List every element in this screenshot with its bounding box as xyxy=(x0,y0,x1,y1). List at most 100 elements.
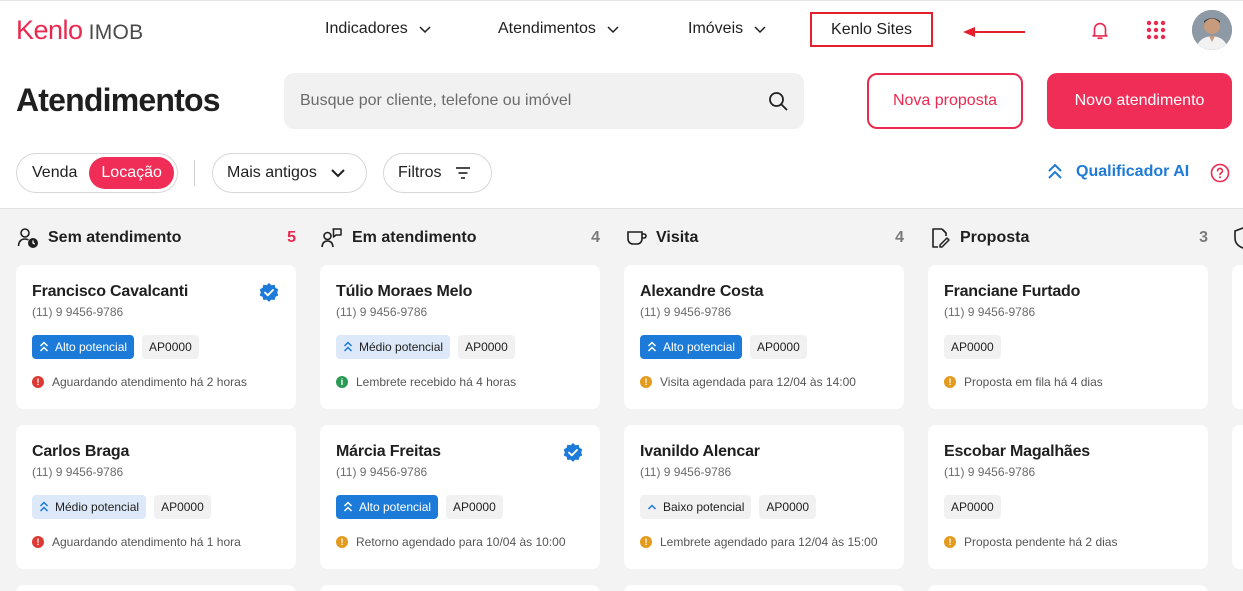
lead-name: Ivanildo Alencar xyxy=(640,443,760,460)
lead-card[interactable]: Túlio Moraes Melo (11) 9 9456-9786 Médio p… xyxy=(320,265,600,409)
status-text: Visita agendada para 12/04 às 14:00 xyxy=(660,375,856,389)
column-title: Sem atendimento xyxy=(48,229,182,246)
top-navigation-bar: Kenlo IMOB Indicadores Atendimentos Imóv… xyxy=(0,0,1243,60)
business-type-toggle: Venda Locação xyxy=(16,153,178,193)
lead-card[interactable]: Francisco Cavalcanti (11) 9 9456-9786 Alto… xyxy=(16,265,296,409)
chevron-down-icon xyxy=(754,26,766,34)
column-title: Proposta xyxy=(960,229,1030,246)
verified-badge-icon xyxy=(259,283,279,302)
sort-label: Mais antigos xyxy=(227,164,317,181)
lead-tags: Médio potencial AP0000 xyxy=(32,495,280,519)
lead-phone: (11) 9 9456-9786 xyxy=(32,305,124,319)
double-chevron-up-icon xyxy=(39,501,49,512)
notifications-bell-icon[interactable] xyxy=(1087,17,1113,43)
status-alert-icon: i xyxy=(336,376,348,388)
status-text: Lembrete agendado para 12/04 às 15:00 xyxy=(660,535,878,549)
lead-name: Escobar Magalhães xyxy=(944,443,1090,460)
property-code-tag: AP0000 xyxy=(750,335,807,359)
status-alert-icon: ! xyxy=(336,536,348,548)
logo-product-text: IMOB xyxy=(88,21,144,44)
kenlo-imob-logo[interactable]: Kenlo IMOB xyxy=(16,15,143,46)
potential-tag: Alto potencial xyxy=(336,495,439,519)
potential-label: Alto potencial xyxy=(55,340,128,354)
segment-locacao[interactable]: Locação xyxy=(89,157,174,189)
filters-label: Filtros xyxy=(398,164,442,181)
nav-kenlo-sites-label: Kenlo Sites xyxy=(831,20,912,38)
chat-person-icon xyxy=(320,226,344,250)
new-proposal-button[interactable]: Nova proposta xyxy=(867,73,1023,129)
lead-tags: AP0000 xyxy=(944,335,1192,359)
lead-phone: (11) 9 9456-9786 xyxy=(640,305,732,319)
property-code-tag: AP0000 xyxy=(458,335,515,359)
property-code-tag: AP0000 xyxy=(944,335,1001,359)
search-icon[interactable] xyxy=(768,91,788,111)
sort-dropdown[interactable]: Mais antigos xyxy=(212,153,367,193)
person-clock-icon xyxy=(16,226,40,250)
lead-tags: Alto potencial AP0000 xyxy=(336,495,584,519)
document-edit-icon xyxy=(928,226,952,250)
property-code-tag: AP0000 xyxy=(944,495,1001,519)
partial-card xyxy=(1232,265,1243,409)
column-header: Sem atendimento 5 xyxy=(16,227,296,249)
help-icon[interactable] xyxy=(1210,163,1230,183)
property-code-tag: AP0000 xyxy=(142,335,199,359)
lead-status: ! Proposta em fila há 4 dias xyxy=(944,375,1192,389)
status-text: Aguardando atendimento há 1 hora xyxy=(52,535,241,549)
filters-button[interactable]: Filtros xyxy=(383,153,492,193)
lead-tags: Baixo potencial AP0000 xyxy=(640,495,888,519)
new-attendance-button[interactable]: Novo atendimento xyxy=(1047,73,1232,129)
lead-phone: (11) 9 9456-9786 xyxy=(944,305,1036,319)
lead-card[interactable]: Carlos Braga (11) 9 9456-9786 Médio potenc… xyxy=(16,425,296,569)
potential-label: Médio potencial xyxy=(55,500,140,514)
column-header: Proposta 3 xyxy=(928,227,1208,249)
nav-imoveis[interactable]: Imóveis xyxy=(688,20,767,38)
verified-badge-icon xyxy=(563,443,583,462)
column-count: 4 xyxy=(895,229,904,246)
lead-name: Franciane Furtado xyxy=(944,283,1081,300)
lead-card[interactable]: Franciane Furtado (11) 9 9456-9786 AP0000!… xyxy=(928,265,1208,409)
status-alert-icon: ! xyxy=(640,536,652,548)
nav-kenlo-sites[interactable]: Kenlo Sites xyxy=(810,12,933,47)
status-text: Aguardando atendimento há 2 horas xyxy=(52,375,247,389)
nav-atendimentos-label: Atendimentos xyxy=(498,20,596,37)
column-header: Em atendimento 4 xyxy=(320,227,600,249)
cup-icon xyxy=(624,226,648,250)
lead-card[interactable]: Márcia Freitas (11) 9 9456-9786 Alto poten… xyxy=(320,425,600,569)
nav-atendimentos[interactable]: Atendimentos xyxy=(498,20,620,38)
lead-name: Carlos Braga xyxy=(32,443,130,460)
status-text: Retorno agendado para 10/04 às 10:00 xyxy=(356,535,566,549)
potential-label: Baixo potencial xyxy=(663,500,745,514)
potential-tag: Alto potencial xyxy=(32,335,135,359)
lead-name: Alexandre Costa xyxy=(640,283,764,300)
filter-lines-icon xyxy=(455,167,470,179)
apps-grid-icon[interactable] xyxy=(1143,17,1169,43)
lead-tags: Alto potencial AP0000 xyxy=(32,335,280,359)
column-next-partial xyxy=(1232,209,1243,591)
nav-imoveis-label: Imóveis xyxy=(688,20,744,37)
column-count: 3 xyxy=(1199,229,1208,246)
segment-venda[interactable]: Venda xyxy=(20,157,89,189)
page-title: Atendimentos xyxy=(16,82,221,118)
lead-card[interactable]: Ivanildo Alencar (11) 9 9456-9786 Baixo po… xyxy=(624,425,904,569)
lead-card[interactable]: Escobar Magalhães (11) 9 9456-9786 AP0000!… xyxy=(928,425,1208,569)
card-peek xyxy=(624,585,904,591)
chevron-down-icon xyxy=(607,26,619,34)
lead-name: Márcia Freitas xyxy=(336,443,441,460)
status-alert-icon: ! xyxy=(944,536,956,548)
lead-tags: Médio potencial AP0000 xyxy=(336,335,584,359)
status-text: Lembrete recebido há 4 horas xyxy=(356,375,517,389)
nav-indicadores[interactable]: Indicadores xyxy=(325,20,432,38)
partial-card xyxy=(1232,425,1243,569)
property-code-tag: AP0000 xyxy=(446,495,503,519)
lead-status: ! Retorno agendado para 10/04 às 10:00 xyxy=(336,535,584,549)
ai-qualifier-button[interactable]: Qualificador AI xyxy=(1046,162,1189,182)
lead-phone: (11) 9 9456-9786 xyxy=(336,305,428,319)
potential-label: Alto potencial xyxy=(359,500,432,514)
user-avatar[interactable] xyxy=(1192,10,1232,50)
search-bar[interactable] xyxy=(284,73,804,129)
lead-status: i Lembrete recebido há 4 horas xyxy=(336,375,584,389)
lead-card[interactable]: Alexandre Costa (11) 9 9456-9786 Alto pote… xyxy=(624,265,904,409)
chevron-down-icon xyxy=(331,169,345,178)
nav-indicadores-label: Indicadores xyxy=(325,20,408,37)
search-input[interactable] xyxy=(300,92,768,110)
